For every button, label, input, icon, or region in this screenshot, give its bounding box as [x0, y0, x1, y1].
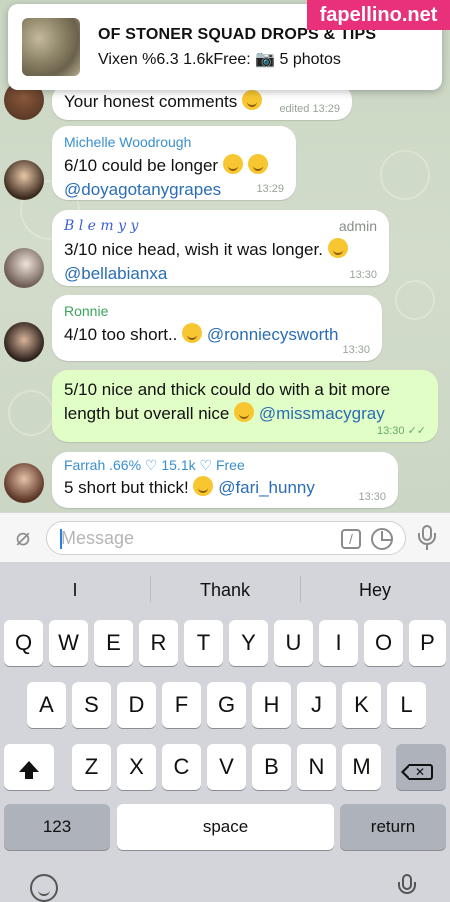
suggestion-item[interactable]: Thank [150, 562, 300, 614]
message-bubble[interactable]: Ronnie 4/10 too short.. @ronniecysworth … [52, 295, 382, 361]
message-text: 3/10 nice head, wish it was longer. [64, 240, 323, 259]
return-key[interactable]: return [340, 804, 446, 850]
message-time: 13:30 [358, 491, 386, 503]
message-bubble[interactable]: Michelle Woodrough 6/10 could be longer … [52, 126, 296, 200]
key[interactable]: Z [72, 744, 111, 790]
dictation-microphone-icon[interactable] [394, 874, 420, 902]
message-placeholder: Message [61, 528, 135, 548]
key[interactable]: E [94, 620, 133, 666]
emoji-keyboard-icon[interactable] [30, 874, 58, 902]
grinning-emoji-icon [241, 90, 262, 110]
zany-face-emoji-icon [234, 402, 255, 422]
key[interactable]: I [319, 620, 358, 666]
suggestion-bar: I Thank Hey [0, 562, 450, 614]
keyboard: I Thank Hey Q W E R T Y U I O P A S D F … [0, 562, 450, 902]
message-text: 5 short but thick! [64, 478, 189, 497]
key[interactable]: O [364, 620, 403, 666]
frowning-emoji-icon [182, 323, 203, 343]
key[interactable]: D [117, 682, 156, 728]
mention-link[interactable]: @missmacygray [259, 404, 385, 423]
key[interactable]: F [162, 682, 201, 728]
sender-name[interactable]: B l e m y y [64, 218, 377, 234]
message-bubble[interactable]: Farrah .66% ♡ 15.1k ♡ Free 5 short but t… [52, 452, 398, 508]
backspace-icon: ✕ [401, 764, 433, 780]
message-time: 13:30 [342, 344, 370, 356]
key[interactable]: V [207, 744, 246, 790]
avatar[interactable] [4, 248, 44, 288]
key[interactable]: L [387, 682, 426, 728]
message-text: 4/10 too short.. [64, 325, 178, 344]
avatar[interactable] [4, 160, 44, 200]
attachment-clip-icon[interactable]: ⌀ [10, 525, 36, 551]
key[interactable]: J [297, 682, 336, 728]
suggestion-item[interactable]: Hey [300, 562, 450, 614]
message-input-bar: ⌀ Message / [0, 512, 450, 562]
key[interactable]: G [207, 682, 246, 728]
key[interactable]: M [342, 744, 381, 790]
key[interactable]: H [252, 682, 291, 728]
outgoing-message-bubble[interactable]: 5/10 nice and thick could do with a bit … [52, 370, 438, 442]
mention-link[interactable]: @doyagotanygrapes [64, 180, 221, 199]
read-checkmarks-icon: ✓✓ [407, 425, 426, 437]
timer-icon[interactable] [371, 528, 393, 550]
message-text: Your honest comments [64, 92, 238, 111]
key[interactable]: X [117, 744, 156, 790]
space-key[interactable]: space [117, 804, 334, 850]
key[interactable]: K [342, 682, 381, 728]
shift-key[interactable] [4, 744, 54, 790]
mention-link[interactable]: @ronniecysworth [207, 325, 339, 344]
key[interactable]: Y [229, 620, 268, 666]
key[interactable]: N [297, 744, 336, 790]
message-input[interactable]: Message / [46, 521, 406, 555]
numbers-key[interactable]: 123 [4, 804, 110, 850]
message-time: edited 13:29 [279, 103, 340, 115]
key[interactable]: T [184, 620, 223, 666]
message-bubble[interactable]: B l e m y y admin 3/10 nice head, wish i… [52, 210, 389, 286]
avatar[interactable] [4, 463, 44, 503]
pinned-subtitle: Vixen %6.3 1.6kFree: 📷 5 photos [98, 50, 341, 68]
background-doodle [8, 390, 54, 436]
background-doodle [395, 280, 435, 320]
suggestion-item[interactable]: I [0, 562, 150, 614]
avatar[interactable] [4, 322, 44, 362]
text-caret [60, 529, 62, 549]
key[interactable]: P [409, 620, 446, 666]
smirking-emoji-icon [193, 476, 214, 496]
key[interactable]: S [72, 682, 111, 728]
sender-name[interactable]: Farrah .66% ♡ 15.1k ♡ Free [64, 457, 386, 474]
mention-link[interactable]: @fari_hunny [218, 478, 315, 497]
watermark: fapellino.net [307, 0, 450, 30]
key[interactable]: C [162, 744, 201, 790]
message-time: 13:30 [349, 269, 377, 281]
smirking-emoji-icon [247, 154, 268, 174]
shift-arrow-icon [19, 761, 39, 779]
message-time: 13:30 ✓✓ [376, 425, 426, 437]
microphone-icon[interactable] [414, 525, 440, 551]
message-time: 13:29 [256, 183, 284, 195]
sender-name[interactable]: Ronnie [64, 303, 370, 319]
winking-emoji-icon [222, 154, 243, 174]
key[interactable]: W [49, 620, 88, 666]
background-doodle [380, 150, 430, 200]
mention-link[interactable]: @bellabianxa [64, 264, 167, 283]
pinned-thumbnail [22, 18, 80, 76]
hand-over-mouth-emoji-icon [327, 238, 348, 258]
key[interactable]: R [139, 620, 178, 666]
key[interactable]: A [27, 682, 66, 728]
sender-name[interactable]: Michelle Woodrough [64, 134, 284, 150]
bot-commands-icon[interactable]: / [341, 529, 361, 549]
key[interactable]: U [274, 620, 313, 666]
admin-badge: admin [338, 218, 377, 234]
message-text: 6/10 could be longer [64, 156, 219, 175]
key[interactable]: Q [4, 620, 43, 666]
backspace-key[interactable]: ✕ [396, 744, 446, 790]
key[interactable]: B [252, 744, 291, 790]
